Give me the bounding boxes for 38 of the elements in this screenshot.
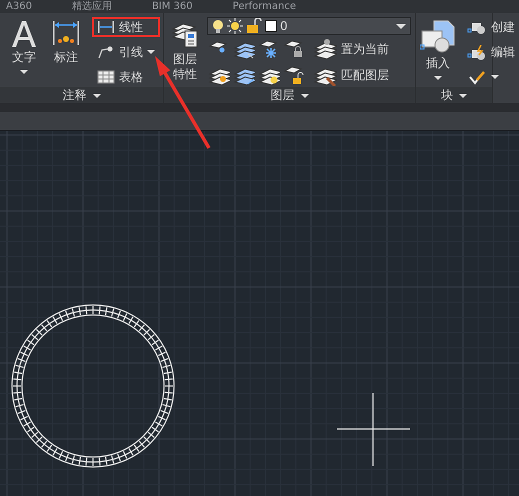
panel-title[interactable]: 图层 [270, 87, 294, 104]
tool-button[interactable]: 插入 [420, 17, 456, 82]
caret-icon[interactable] [434, 76, 442, 80]
unlocked-icon [283, 64, 305, 86]
ribbon-tab[interactable]: A360 [6, 0, 32, 13]
table-icon [97, 70, 115, 84]
tool-button[interactable]: 线性 [92, 17, 160, 37]
caret-icon[interactable] [300, 94, 308, 98]
caret-icon[interactable] [20, 70, 28, 74]
dimension-icon [52, 19, 80, 47]
caret-icon[interactable] [491, 75, 499, 79]
layer-stack-icon [313, 38, 337, 60]
unlocked-icon [246, 18, 262, 34]
snowflake-icon [258, 38, 280, 60]
tool-button[interactable]: 图层特性 [168, 17, 202, 82]
caret-icon[interactable] [459, 94, 467, 98]
leader-icon [97, 45, 115, 59]
ribbon-tab[interactable]: BIM 360 [152, 0, 193, 13]
linear-dimension-icon [97, 20, 115, 34]
panel-title[interactable]: 块 [441, 87, 453, 104]
tool-button[interactable]: 置为当前 [311, 39, 391, 59]
tool-button[interactable]: 标注 [46, 17, 86, 76]
lock-icon [283, 38, 305, 60]
tool-button[interactable]: 表格 [92, 67, 160, 87]
letter-a-drawing [10, 19, 38, 47]
tool-button[interactable]: 文字 [4, 17, 44, 76]
tool-button[interactable]: 编辑 [462, 42, 519, 62]
ribbon-tab[interactable]: 精选应用 [72, 0, 112, 13]
layer-dropdown[interactable]: 0 [207, 17, 411, 35]
panel-title[interactable]: 注释 [62, 87, 86, 104]
color-swatch [265, 20, 277, 32]
caret-icon [396, 24, 406, 28]
pencil-check-icon [467, 70, 487, 84]
caret-icon[interactable] [92, 94, 100, 98]
insert-block-icon [420, 19, 456, 53]
tool-button[interactable]: 创建 [462, 17, 519, 37]
ribbon-tab[interactable]: Performance [232, 0, 296, 13]
edit-block-icon [467, 44, 487, 60]
